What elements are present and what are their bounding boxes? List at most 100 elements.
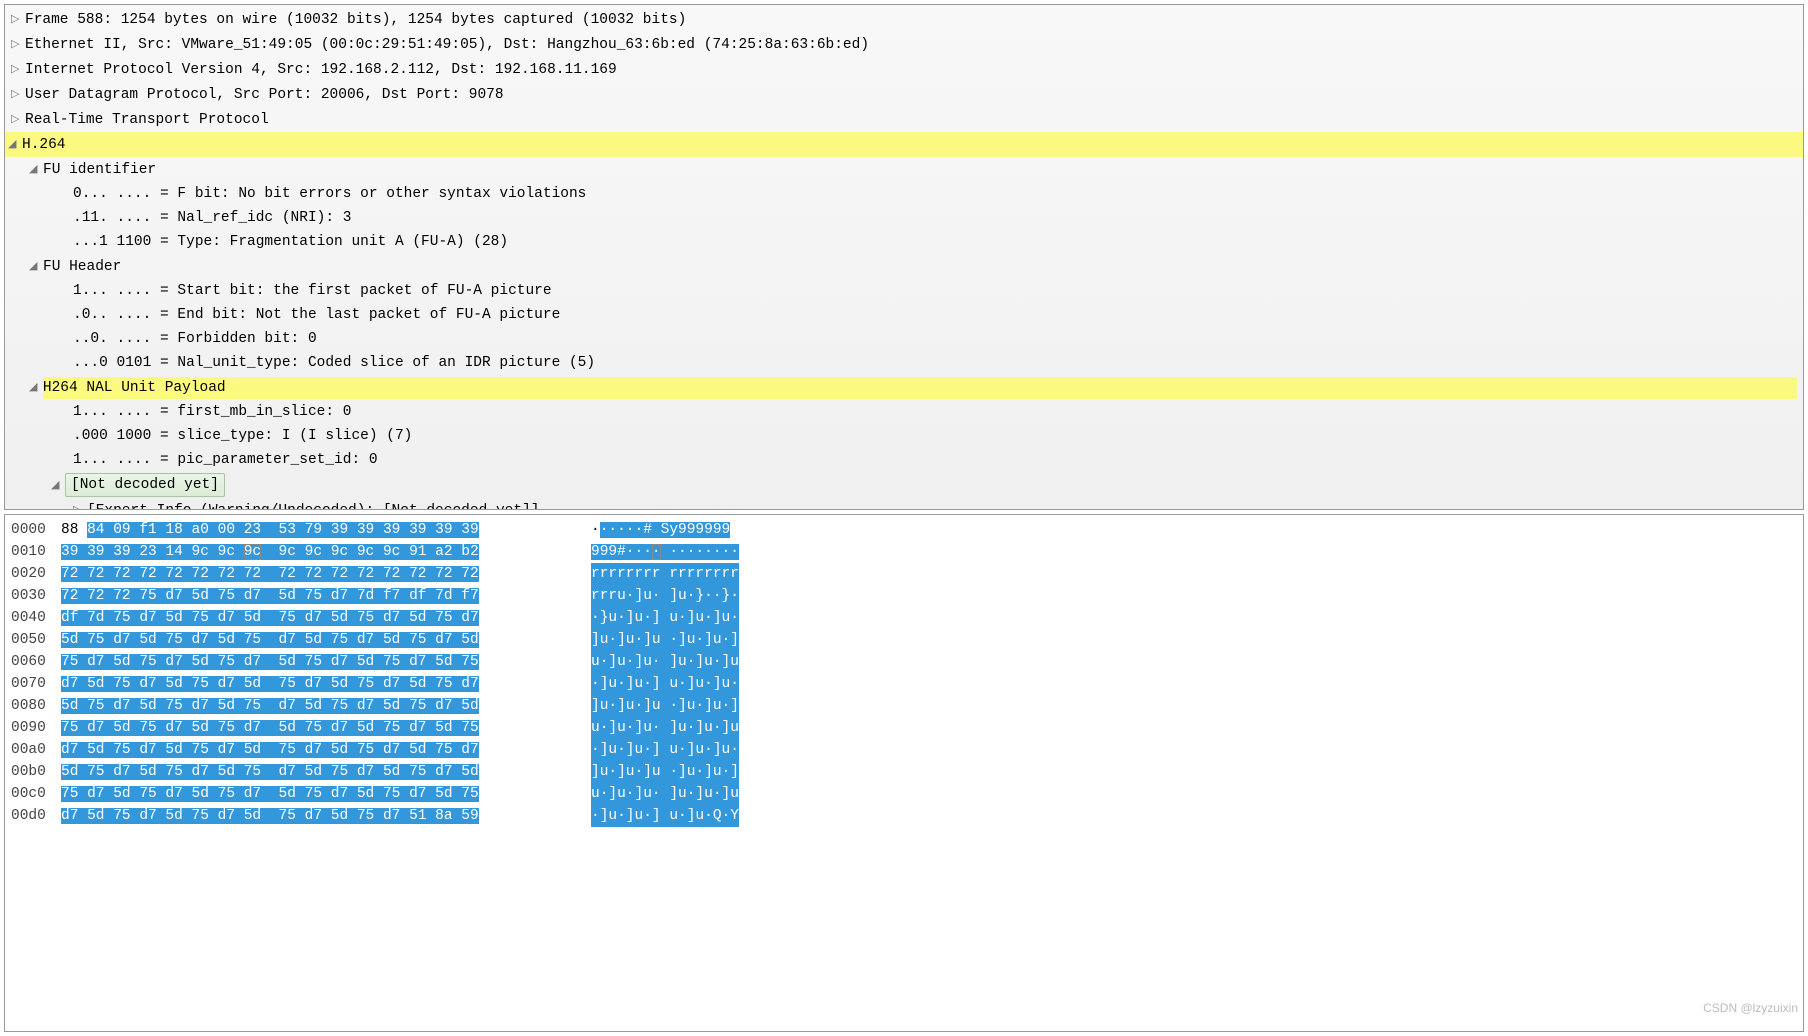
tree-row-nal-payload[interactable]: H264 NAL Unit Payload <box>23 375 1803 400</box>
tree-row-ip[interactable]: Internet Protocol Version 4, Src: 192.16… <box>5 57 1803 82</box>
collapse-icon[interactable] <box>29 255 43 278</box>
tree-row-slicetype[interactable]: .000 1000 = slice_type: I (I slice) (7) <box>67 424 1803 448</box>
tree-row-endbit[interactable]: .0.. .... = End bit: Not the last packet… <box>67 303 1803 327</box>
hex-ascii: 999#···· ········ <box>591 541 739 563</box>
hex-ascii: ······# Sy999999 <box>591 519 730 541</box>
hex-row[interactable]: 00505d 75 d7 5d 75 d7 5d 75 d7 5d 75 d7 … <box>5 629 1803 651</box>
tree-row-h264[interactable]: H.264 <box>5 132 1803 157</box>
label: .11. .... = Nal_ref_idc (NRI): 3 <box>73 207 351 229</box>
label: Frame 588: 1254 bytes on wire (10032 bit… <box>25 9 686 31</box>
hex-offset: 00d0 <box>11 805 61 827</box>
label: 0... .... = F bit: No bit errors or othe… <box>73 183 586 205</box>
hex-row[interactable]: 009075 d7 5d 75 d7 5d 75 d7 5d 75 d7 5d … <box>5 717 1803 739</box>
label: FU identifier <box>43 159 156 181</box>
collapse-icon[interactable] <box>8 133 22 156</box>
expand-icon[interactable] <box>11 8 25 31</box>
hex-bytes: 5d 75 d7 5d 75 d7 5d 75 d7 5d 75 d7 5d 7… <box>61 695 591 717</box>
hex-ascii: ·]u·]u·] u·]u·Q·Y <box>591 805 739 827</box>
tree-row-firstmb[interactable]: 1... .... = first_mb_in_slice: 0 <box>67 400 1803 424</box>
hex-ascii: ·]u·]u·] u·]u·]u· <box>591 673 739 695</box>
hex-row[interactable]: 00c075 d7 5d 75 d7 5d 75 d7 5d 75 d7 5d … <box>5 783 1803 805</box>
tree-row-type[interactable]: ...1 1100 = Type: Fragmentation unit A (… <box>67 230 1803 254</box>
hex-ascii: u·]u·]u· ]u·]u·]u <box>591 783 739 805</box>
label: ...0 0101 = Nal_unit_type: Coded slice o… <box>73 352 595 374</box>
label: [Not decoded yet] <box>65 473 225 497</box>
hex-offset: 0070 <box>11 673 61 695</box>
label: 1... .... = Start bit: the first packet … <box>73 280 552 302</box>
tree-row-nri[interactable]: .11. .... = Nal_ref_idc (NRI): 3 <box>67 206 1803 230</box>
hex-offset: 00b0 <box>11 761 61 783</box>
label: H264 NAL Unit Payload <box>43 377 1797 399</box>
hex-row[interactable]: 00a0d7 5d 75 d7 5d 75 d7 5d 75 d7 5d 75 … <box>5 739 1803 761</box>
hex-row[interactable]: 0040df 7d 75 d7 5d 75 d7 5d 75 d7 5d 75 … <box>5 607 1803 629</box>
hex-offset: 0040 <box>11 607 61 629</box>
hex-row[interactable]: 00d0d7 5d 75 d7 5d 75 d7 5d 75 d7 5d 75 … <box>5 805 1803 827</box>
collapse-icon[interactable] <box>29 376 43 399</box>
tree-row-udp[interactable]: User Datagram Protocol, Src Port: 20006,… <box>5 82 1803 107</box>
hex-offset: 0060 <box>11 651 61 673</box>
label: Ethernet II, Src: VMware_51:49:05 (00:0c… <box>25 34 869 56</box>
collapse-icon[interactable] <box>29 158 43 181</box>
expand-icon[interactable] <box>73 499 87 510</box>
hex-offset: 0090 <box>11 717 61 739</box>
hex-offset: 00a0 <box>11 739 61 761</box>
hex-bytes: 39 39 39 23 14 9c 9c 9c 9c 9c 9c 9c 9c 9… <box>61 541 591 563</box>
tree-row-fu-header[interactable]: FU Header <box>23 254 1803 279</box>
tree-row-fu-identifier[interactable]: FU identifier <box>23 157 1803 182</box>
hex-ascii: rrru·]u· ]u·}··}· <box>591 585 739 607</box>
expand-icon[interactable] <box>11 108 25 131</box>
tree-row-ppsid[interactable]: 1... .... = pic_parameter_set_id: 0 <box>67 448 1803 472</box>
hex-ascii: ]u·]u·]u ·]u·]u·] <box>591 695 739 717</box>
hex-offset: 0020 <box>11 563 61 585</box>
tree-row-forbidden[interactable]: ..0. .... = Forbidden bit: 0 <box>67 327 1803 351</box>
watermark: CSDN @lzyzuixin <box>1703 1001 1798 1015</box>
hex-bytes: 5d 75 d7 5d 75 d7 5d 75 d7 5d 75 d7 5d 7… <box>61 761 591 783</box>
hex-ascii: rrrrrrrr rrrrrrrr <box>591 563 739 585</box>
hex-row[interactable]: 006075 d7 5d 75 d7 5d 75 d7 5d 75 d7 5d … <box>5 651 1803 673</box>
hex-row[interactable]: 00b05d 75 d7 5d 75 d7 5d 75 d7 5d 75 d7 … <box>5 761 1803 783</box>
hex-bytes: d7 5d 75 d7 5d 75 d7 5d 75 d7 5d 75 d7 5… <box>61 673 591 695</box>
hex-row[interactable]: 0010 39 39 39 23 14 9c 9c 9c 9c 9c 9c 9c… <box>5 541 1803 563</box>
label: ...1 1100 = Type: Fragmentation unit A (… <box>73 231 508 253</box>
hex-row[interactable]: 003072 72 72 75 d7 5d 75 d7 5d 75 d7 7d … <box>5 585 1803 607</box>
hex-dump-panel[interactable]: 0000 88 84 09 f1 18 a0 00 23 53 79 39 39… <box>4 514 1804 1032</box>
hex-ascii: ]u·]u·]u ·]u·]u·] <box>591 629 739 651</box>
hex-ascii: u·]u·]u· ]u·]u·]u <box>591 651 739 673</box>
tree-row-expert[interactable]: [Expert Info (Warning/Undecoded): [Not d… <box>67 498 1803 510</box>
tree-row-fbit[interactable]: 0... .... = F bit: No bit errors or othe… <box>67 182 1803 206</box>
hex-offset: 0010 <box>11 541 61 563</box>
label: User Datagram Protocol, Src Port: 20006,… <box>25 84 504 106</box>
expand-icon[interactable] <box>11 58 25 81</box>
label: FU Header <box>43 256 121 278</box>
tree-row-nalunittype[interactable]: ...0 0101 = Nal_unit_type: Coded slice o… <box>67 351 1803 375</box>
hex-bytes: 75 d7 5d 75 d7 5d 75 d7 5d 75 d7 5d 75 d… <box>61 717 591 739</box>
hex-row[interactable]: 0070d7 5d 75 d7 5d 75 d7 5d 75 d7 5d 75 … <box>5 673 1803 695</box>
hex-bytes: 5d 75 d7 5d 75 d7 5d 75 d7 5d 75 d7 5d 7… <box>61 629 591 651</box>
hex-bytes: 72 72 72 75 d7 5d 75 d7 5d 75 d7 7d f7 d… <box>61 585 591 607</box>
hex-offset: 00c0 <box>11 783 61 805</box>
label: H.264 <box>22 134 66 156</box>
packet-details-tree[interactable]: Frame 588: 1254 bytes on wire (10032 bit… <box>4 4 1804 510</box>
expand-icon[interactable] <box>11 33 25 56</box>
expand-icon[interactable] <box>11 83 25 106</box>
label: [Expert Info (Warning/Undecoded): [Not d… <box>87 500 539 511</box>
hex-bytes: 75 d7 5d 75 d7 5d 75 d7 5d 75 d7 5d 75 d… <box>61 651 591 673</box>
tree-row-eth[interactable]: Ethernet II, Src: VMware_51:49:05 (00:0c… <box>5 32 1803 57</box>
hex-bytes: df 7d 75 d7 5d 75 d7 5d 75 d7 5d 75 d7 5… <box>61 607 591 629</box>
tree-row-notdecoded[interactable]: [Not decoded yet] <box>45 472 1803 498</box>
label: Real-Time Transport Protocol <box>25 109 269 131</box>
hex-row[interactable]: 00805d 75 d7 5d 75 d7 5d 75 d7 5d 75 d7 … <box>5 695 1803 717</box>
label: .000 1000 = slice_type: I (I slice) (7) <box>73 425 412 447</box>
hex-row[interactable]: 0000 88 84 09 f1 18 a0 00 23 53 79 39 39… <box>5 519 1803 541</box>
label: 1... .... = first_mb_in_slice: 0 <box>73 401 351 423</box>
hex-offset: 0030 <box>11 585 61 607</box>
tree-row-frame[interactable]: Frame 588: 1254 bytes on wire (10032 bit… <box>5 7 1803 32</box>
hex-offset: 0080 <box>11 695 61 717</box>
hex-row[interactable]: 002072 72 72 72 72 72 72 72 72 72 72 72 … <box>5 563 1803 585</box>
hex-bytes: 72 72 72 72 72 72 72 72 72 72 72 72 72 7… <box>61 563 591 585</box>
hex-ascii: ·]u·]u·] u·]u·]u· <box>591 739 739 761</box>
tree-row-rtp[interactable]: Real-Time Transport Protocol <box>5 107 1803 132</box>
collapse-icon[interactable] <box>51 474 65 497</box>
tree-row-startbit[interactable]: 1... .... = Start bit: the first packet … <box>67 279 1803 303</box>
hex-ascii: ]u·]u·]u ·]u·]u·] <box>591 761 739 783</box>
